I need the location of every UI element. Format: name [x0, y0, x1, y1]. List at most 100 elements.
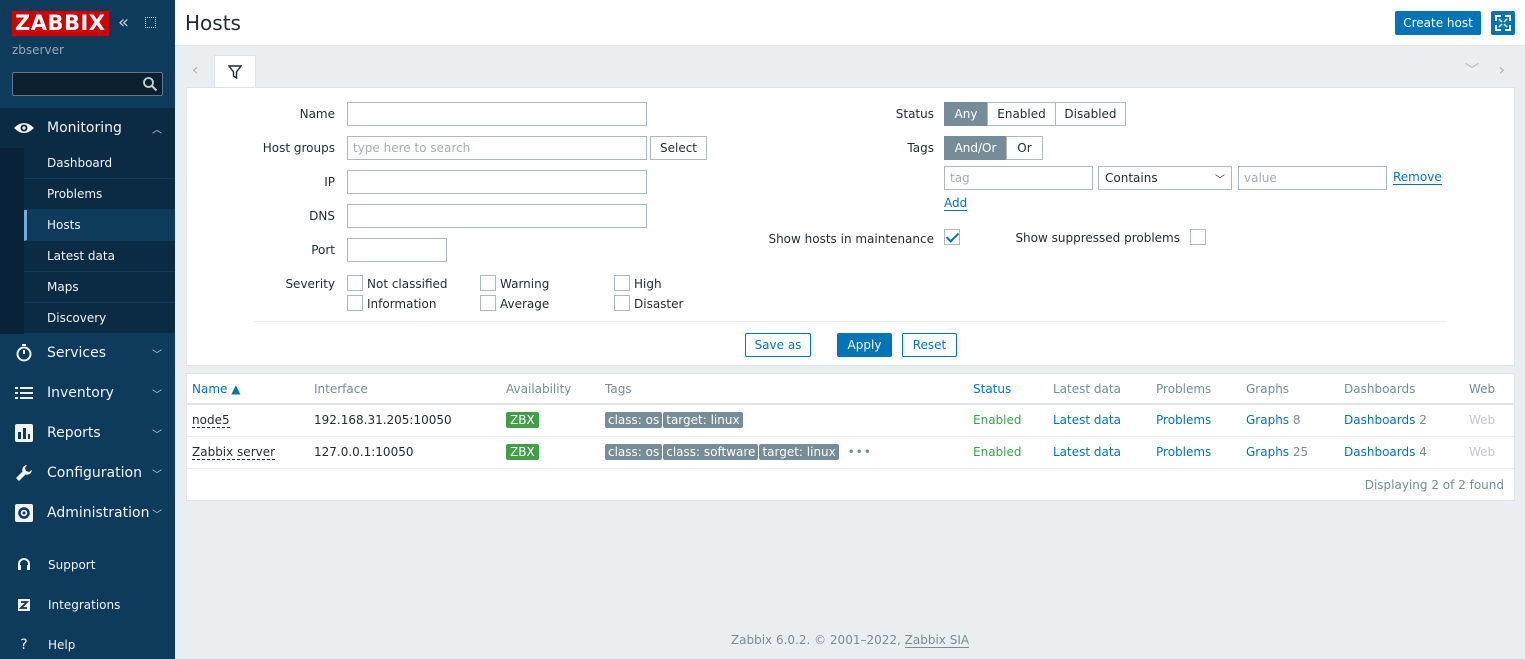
table-header-row: Name ▲ Interface Availability Tags Statu…: [187, 374, 1514, 405]
tag-badge[interactable]: class: os: [605, 412, 663, 429]
collapse-sidebar-icon[interactable]: «: [118, 13, 129, 33]
chevron-right-icon[interactable]: ›: [1499, 60, 1505, 79]
search-icon[interactable]: [142, 76, 158, 92]
add-tag-link[interactable]: Add: [944, 196, 968, 211]
remove-tag-link[interactable]: Remove: [1393, 170, 1442, 185]
menu-administration[interactable]: Administration ﹀: [0, 493, 175, 533]
sidebar-search-input[interactable]: [12, 72, 163, 96]
graphs-link[interactable]: Graphs: [1246, 445, 1289, 459]
menu-integrations[interactable]: Integrations: [0, 585, 175, 625]
severity-disaster-checkbox[interactable]: [614, 295, 630, 311]
chevron-left-icon[interactable]: ‹: [192, 60, 198, 79]
tag-operator-select[interactable]: Contains ﹀: [1098, 166, 1232, 190]
dns-input[interactable]: [347, 204, 647, 228]
dashboards-cell: Dashboards 4: [1339, 436, 1464, 469]
more-tags-button[interactable]: •••: [848, 445, 872, 459]
severity-option-label: Disaster: [634, 297, 684, 311]
filter-panel: Name Host groups Select IP DNS Port Seve…: [186, 87, 1515, 366]
tag-operator-value: Contains: [1105, 171, 1158, 185]
host-status-link[interactable]: Enabled: [968, 436, 1048, 469]
tag-value-input[interactable]: [1238, 166, 1387, 190]
problems-link[interactable]: Problems: [1151, 436, 1241, 469]
sidebar-item-problems[interactable]: Problems: [24, 179, 175, 210]
sidebar-item-dashboard[interactable]: Dashboard: [24, 148, 175, 179]
column-header-status[interactable]: Status: [968, 374, 1048, 405]
menu-monitoring[interactable]: Monitoring ︿: [0, 108, 175, 148]
column-header-name[interactable]: Name ▲: [187, 374, 309, 405]
severity-average-checkbox[interactable]: [480, 295, 496, 311]
tag-name-input[interactable]: [944, 166, 1093, 190]
severity-high-checkbox[interactable]: [614, 275, 630, 291]
chevron-down-icon[interactable]: ﹀: [1465, 60, 1479, 80]
zabbix-sia-link[interactable]: Zabbix SIA: [904, 633, 970, 648]
name-input[interactable]: [347, 102, 647, 126]
graphs-count: 25: [1292, 445, 1309, 459]
host-status-link[interactable]: Enabled: [968, 404, 1048, 437]
status-enabled-option[interactable]: Enabled: [987, 102, 1056, 126]
port-input[interactable]: [347, 238, 447, 262]
sidebar-item-discovery[interactable]: Discovery: [24, 303, 175, 334]
availability-badge[interactable]: ZBX: [506, 444, 539, 460]
save-as-button[interactable]: Save as: [745, 333, 811, 357]
kiosk-mode-button[interactable]: [1491, 11, 1515, 35]
suppressed-label: Show suppressed problems: [1015, 231, 1180, 245]
chevron-down-icon: ﹀: [152, 389, 162, 401]
tags-or-option[interactable]: Or: [1006, 136, 1043, 160]
tab-filter[interactable]: [214, 55, 256, 88]
tags-label: Tags: [907, 141, 934, 155]
table-count-summary: Displaying 2 of 2 found: [1364, 478, 1504, 492]
latest-data-link[interactable]: Latest data: [1048, 436, 1151, 469]
menu-services[interactable]: Services ﹀: [0, 333, 175, 373]
host-groups-select-button[interactable]: Select: [650, 136, 707, 160]
severity-option-label: Not classified: [367, 277, 448, 291]
status-disabled-option[interactable]: Disabled: [1055, 102, 1126, 126]
host-tags: class: os target: linux: [600, 404, 968, 437]
chevron-up-icon: ︿: [152, 124, 162, 136]
status-any-option[interactable]: Any: [944, 102, 988, 126]
list-icon: [0, 386, 47, 400]
menu-reports[interactable]: Reports ﹀: [0, 413, 175, 453]
zabbix-z-icon: [0, 599, 48, 611]
suppressed-checkbox[interactable]: [1190, 229, 1206, 245]
tags-andor-option[interactable]: And/Or: [944, 136, 1007, 160]
reset-button[interactable]: Reset: [902, 333, 957, 357]
host-name-link[interactable]: Zabbix server: [192, 445, 276, 460]
column-header-latest-data: Latest data: [1048, 374, 1151, 405]
severity-warning-checkbox[interactable]: [480, 275, 496, 291]
page-header: Hosts Create host: [175, 0, 1525, 46]
latest-data-link[interactable]: Latest data: [1048, 404, 1151, 437]
chevron-down-icon: ﹀: [152, 509, 162, 521]
tag-badge[interactable]: class: software: [663, 444, 759, 460]
maintenance-checkbox[interactable]: [944, 229, 960, 245]
tag-badge[interactable]: class: os: [605, 444, 663, 460]
compact-view-icon[interactable]: [145, 17, 156, 28]
zabbix-logo[interactable]: ZABBIX: [12, 11, 109, 36]
create-host-button[interactable]: Create host: [1395, 11, 1481, 35]
problems-link[interactable]: Problems: [1151, 404, 1241, 437]
status-toggle: Any Enabled Disabled: [944, 102, 1126, 126]
dashboards-link[interactable]: Dashboards: [1344, 445, 1415, 459]
wrench-icon: [0, 464, 47, 482]
availability-badge[interactable]: ZBX: [506, 412, 539, 429]
page-footer: Zabbix 6.0.2. © 2001–2022, Zabbix SIA: [175, 633, 1525, 648]
graphs-link[interactable]: Graphs: [1246, 413, 1289, 427]
sidebar-item-latest-data[interactable]: Latest data: [24, 241, 175, 272]
tag-badge[interactable]: target: linux: [663, 412, 743, 429]
tag-badge[interactable]: target: linux: [759, 444, 839, 460]
menu-help[interactable]: ? Help: [0, 625, 175, 659]
column-header-tags: Tags: [600, 374, 968, 405]
menu-label: Help: [48, 638, 76, 652]
apply-button[interactable]: Apply: [837, 333, 892, 357]
severity-information-checkbox[interactable]: [347, 295, 363, 311]
host-name-link[interactable]: node5: [192, 413, 230, 429]
severity-not-classified-checkbox[interactable]: [347, 275, 363, 291]
ip-input[interactable]: [347, 170, 647, 194]
dashboards-link[interactable]: Dashboards: [1344, 413, 1415, 427]
menu-configuration[interactable]: Configuration ﹀: [0, 453, 175, 493]
sidebar-item-maps[interactable]: Maps: [24, 272, 175, 303]
host-groups-input[interactable]: [347, 136, 647, 160]
sidebar-item-hosts[interactable]: Hosts: [24, 210, 175, 241]
menu-support[interactable]: Support: [0, 545, 175, 585]
graphs-count: 8: [1292, 413, 1301, 428]
menu-inventory[interactable]: Inventory ﹀: [0, 373, 175, 413]
